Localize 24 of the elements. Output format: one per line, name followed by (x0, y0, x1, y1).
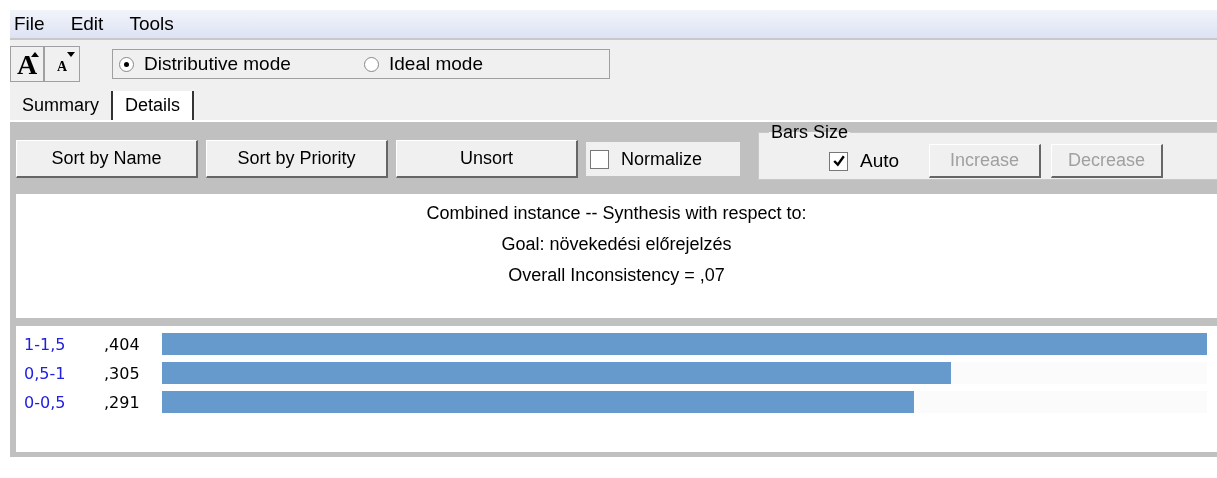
menu-item[interactable]: File (14, 13, 45, 35)
font-smaller-button[interactable]: A (44, 46, 80, 82)
priority-value: ,291 (104, 392, 141, 412)
tab[interactable]: Details (113, 91, 195, 120)
sort-button[interactable]: Sort by Name (16, 140, 198, 178)
menu-item[interactable]: Tools (129, 13, 174, 35)
auto-checkbox[interactable]: Auto (829, 150, 900, 172)
alternative-name: 0-0,5 (24, 392, 67, 412)
header-text: Goal: növekedési előrejelzés (501, 233, 732, 256)
mode-radio[interactable]: Ideal mode (364, 53, 609, 75)
check-icon (832, 155, 845, 167)
sort-button[interactable]: Unsort (396, 140, 578, 178)
priority-value: ,305 (104, 363, 141, 383)
normalize-checkbox[interactable]: Normalize (586, 142, 740, 176)
menu-item[interactable]: Edit (70, 13, 104, 35)
sort-button[interactable]: Sort by Priority (206, 140, 388, 178)
mode-radio[interactable]: Distributive mode (119, 53, 364, 75)
font-larger-button[interactable]: A (10, 46, 44, 82)
priority-value: ,404 (104, 334, 141, 354)
group-title: Bars Size (770, 122, 850, 143)
header-text: Overall Inconsistency = ,07 (508, 264, 725, 287)
header-text: Combined instance -- Synthesis with respect to: (426, 202, 807, 225)
alternative-name: 0,5-1 (24, 363, 67, 383)
alternative-name: 1-1,5 (24, 334, 67, 354)
